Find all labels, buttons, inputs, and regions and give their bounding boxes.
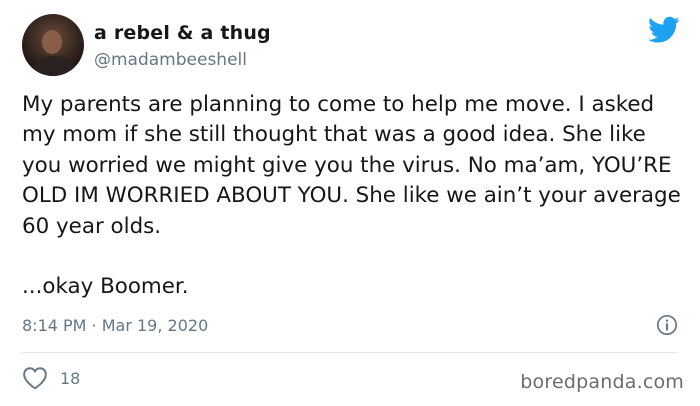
twitter-bird-icon[interactable] (648, 16, 680, 44)
watermark: boredpanda.com (520, 371, 684, 393)
heart-outline-icon (23, 367, 47, 390)
tweet-text: My parents are planning to come to help … (22, 90, 682, 302)
divider (22, 352, 678, 353)
author-display-name[interactable]: a rebel & a thug (94, 22, 271, 44)
like-count: 18 (60, 368, 81, 388)
like-button[interactable]: 18 (22, 366, 80, 390)
tweet-paragraph: My parents are planning to come to help … (22, 92, 681, 239)
tweet-paragraph: ...okay Boomer. (22, 274, 189, 300)
avatar[interactable] (22, 14, 84, 76)
tweet-timestamp[interactable]: 8:14 PM · Mar 19, 2020 (22, 316, 208, 335)
author-handle[interactable]: @madambeeshell (94, 50, 247, 70)
info-circle-icon[interactable] (656, 314, 678, 336)
avatar-face (42, 30, 62, 54)
avatar-body (32, 56, 76, 76)
